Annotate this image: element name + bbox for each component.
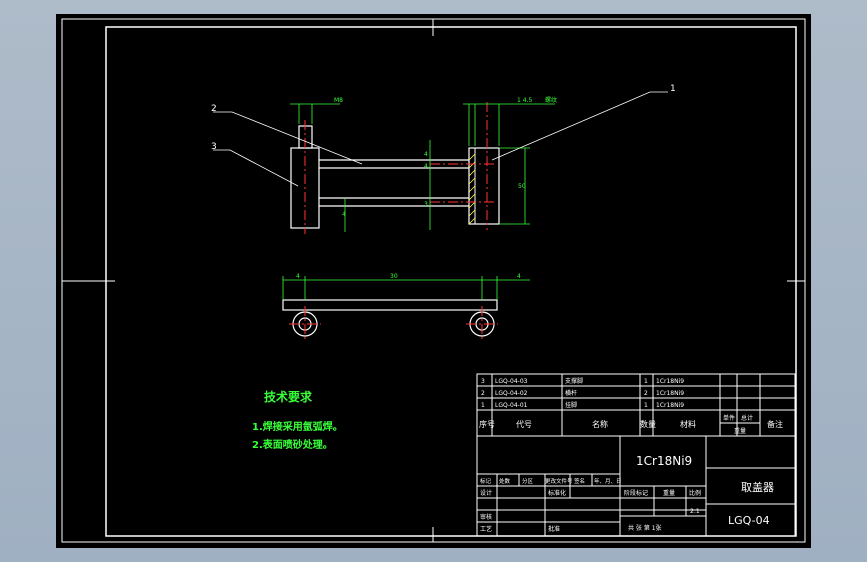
scale-value: 2:1 — [690, 508, 700, 515]
dim-bottom-right: 4 — [517, 273, 521, 280]
svg-text:重量: 重量 — [734, 427, 746, 435]
dim-bottom-mid: 30 — [390, 273, 398, 280]
svg-text:1: 1 — [644, 402, 648, 409]
svg-text:序号: 序号 — [479, 419, 495, 429]
svg-text:名称: 名称 — [592, 419, 608, 429]
tech-req-line-1: 1.焊接采用氩弧焊。 — [252, 420, 343, 433]
svg-text:1Cr18Ni9: 1Cr18Ni9 — [656, 390, 684, 397]
svg-text:材料: 材料 — [680, 419, 696, 429]
svg-text:备注: 备注 — [767, 419, 783, 429]
dim-mid-d: 4 — [342, 211, 346, 218]
svg-text:3: 3 — [481, 378, 485, 385]
revision-row: 标记 处数 分区 更改文件号 签名 年、月、日 — [480, 477, 622, 485]
dim-bottom-left: 4 — [296, 273, 300, 280]
dim-mid-b: 4 — [424, 163, 428, 170]
svg-text:1Cr18Ni9: 1Cr18Ni9 — [656, 402, 684, 409]
svg-text:1: 1 — [481, 402, 485, 409]
review-label: 审核 — [480, 513, 492, 521]
svg-text:数量: 数量 — [640, 419, 656, 429]
svg-text:1Cr18Ni9: 1Cr18Ni9 — [656, 378, 684, 385]
cad-drawing-canvas[interactable]: 1 2 3 M8 1 4.5 螺纹 50 4 4 3 4 4 30 4 技术要求… — [0, 0, 867, 562]
standard-label: 标准化 — [548, 489, 566, 497]
svg-text:LGQ-04-01: LGQ-04-01 — [495, 402, 528, 409]
svg-text:更改文件号: 更改文件号 — [545, 477, 573, 485]
svg-text:代号: 代号 — [516, 419, 532, 429]
svg-text:年、月、日: 年、月、日 — [594, 477, 622, 485]
svg-text:支撑脚: 支撑脚 — [565, 377, 583, 385]
svg-text:总计: 总计 — [741, 414, 753, 422]
stage-label: 阶段标记 — [624, 489, 648, 497]
drawing-number: LGQ-04 — [728, 514, 770, 527]
dim-mid-a: 4 — [424, 151, 428, 158]
svg-text:1: 1 — [644, 378, 648, 385]
approve-label: 批准 — [548, 525, 560, 533]
svg-text:标记: 标记 — [480, 477, 492, 485]
scale-label: 比例 — [689, 489, 701, 497]
svg-text:LGQ-04-02: LGQ-04-02 — [495, 390, 528, 397]
process-label: 工艺 — [480, 525, 492, 533]
dim-m8: M8 — [334, 97, 343, 104]
part-label-1: 1 — [670, 84, 676, 94]
part-label-2: 2 — [211, 104, 217, 114]
svg-text:2: 2 — [481, 390, 485, 397]
material-text: 1Cr18Ni9 — [636, 454, 692, 468]
dim-height: 50 — [518, 183, 526, 190]
weight-label: 重量 — [663, 489, 675, 497]
svg-text:分区: 分区 — [522, 477, 534, 485]
tech-req-title: 技术要求 — [264, 389, 313, 404]
tech-req-line-2: 2.表面喷砂处理。 — [252, 438, 333, 451]
sheet-info: 共 张 第 1张 — [628, 524, 662, 532]
dim-mid-c: 3 — [424, 201, 428, 208]
part-name: 取盖器 — [741, 480, 774, 494]
svg-text:2: 2 — [644, 390, 648, 397]
svg-text:单件: 单件 — [723, 414, 735, 422]
svg-text:横杆: 横杆 — [565, 389, 577, 397]
svg-text:处数: 处数 — [499, 477, 511, 485]
svg-text:签名: 签名 — [574, 477, 585, 485]
dim-top-right: 1 4.5 — [517, 97, 532, 104]
dim-top-right-b: 螺纹 — [545, 96, 557, 104]
design-label: 设计 — [480, 489, 492, 497]
svg-text:挂脚: 挂脚 — [565, 401, 577, 409]
drawing-sheet — [56, 14, 811, 548]
part-label-3: 3 — [211, 142, 217, 152]
svg-text:LGQ-04-03: LGQ-04-03 — [495, 378, 528, 385]
